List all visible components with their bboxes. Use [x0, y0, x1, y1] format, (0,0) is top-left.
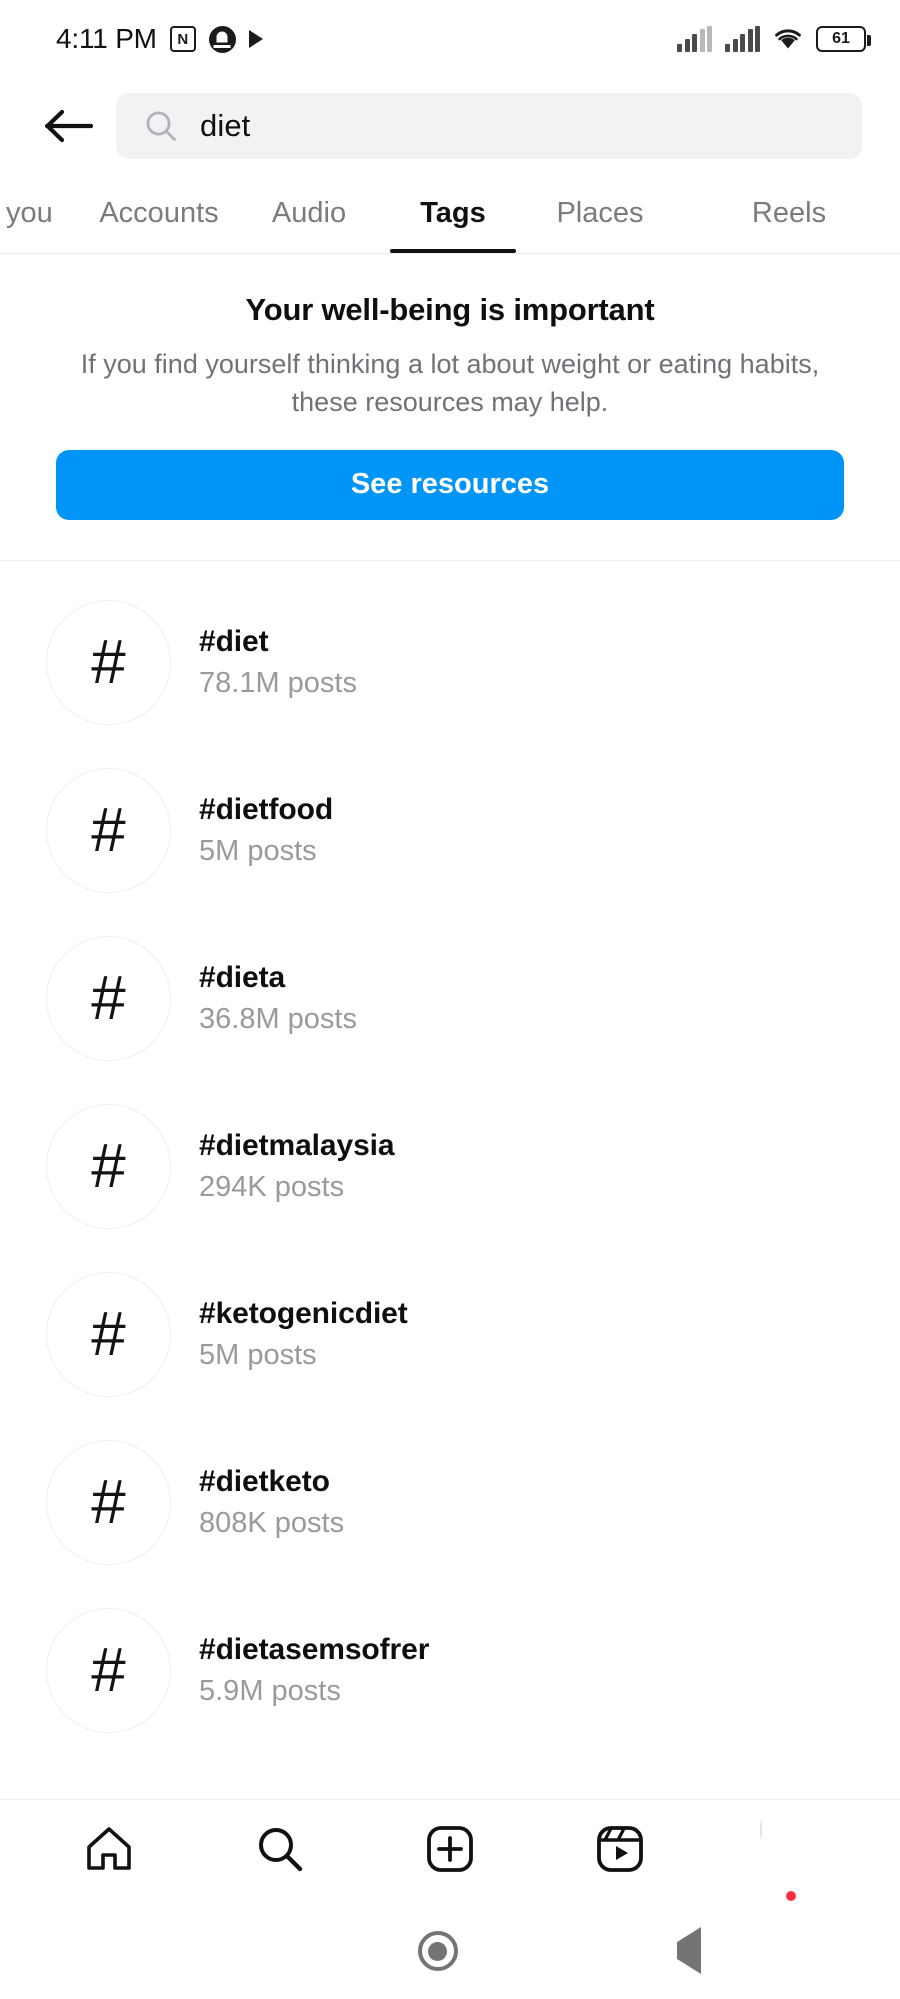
list-item-text: #dieta 36.8M posts — [199, 961, 357, 1036]
status-bar: 4:11 PM N 61 — [0, 0, 900, 78]
hashtag-count: 5M posts — [199, 1339, 317, 1372]
profile-avatar — [759, 1819, 762, 1839]
hashtag-name: #dietasemsofrer — [199, 1633, 430, 1667]
status-bar-right: 61 — [677, 26, 871, 52]
back-button[interactable] — [34, 90, 106, 162]
nfc-icon-label: N — [177, 30, 189, 48]
search-icon — [144, 109, 178, 143]
list-item[interactable]: # #diet 78.1M posts — [0, 579, 900, 747]
list-item-text: #dietmalaysia 294K posts — [199, 1129, 395, 1204]
bottom-navigation-bar — [0, 1799, 900, 1903]
hashtag-icon: # — [46, 1104, 171, 1230]
hashtag-icon: # — [46, 1440, 171, 1566]
hashtag-icon: # — [46, 600, 171, 726]
hashtag-name: #ketogenicdiet — [199, 1297, 408, 1331]
list-item[interactable]: # #dietmalaysia 294K posts — [0, 1083, 900, 1251]
tab-accounts[interactable]: Accounts — [84, 174, 234, 253]
hash-glyph: # — [91, 1299, 126, 1369]
hashtag-icon: # — [46, 1272, 171, 1398]
search-icon — [254, 1823, 306, 1880]
home-button[interactable] — [417, 1931, 458, 1971]
tab-tags[interactable]: Tags — [384, 174, 522, 253]
wellbeing-subtitle: If you find yourself thinking a lot abou… — [80, 349, 820, 418]
list-item-text: #dietketo 808K posts — [199, 1465, 344, 1540]
hashtag-icon: # — [46, 1608, 171, 1734]
home-icon — [83, 1823, 135, 1880]
tab-audio[interactable]: Audio — [234, 174, 384, 253]
hashtag-name: #dieta — [199, 961, 286, 995]
nav-profile-button[interactable] — [743, 1804, 839, 1901]
back-button[interactable] — [676, 1927, 701, 1974]
battery-icon: 61 — [816, 26, 871, 52]
play-icon — [248, 30, 263, 48]
avatar — [759, 1819, 822, 1901]
tab-for-you[interactable]: you — [0, 174, 84, 253]
hash-glyph: # — [91, 1635, 126, 1705]
list-item[interactable]: # #dietasemsofrer 5.9M posts — [0, 1587, 900, 1755]
hash-glyph: # — [91, 963, 126, 1033]
hash-glyph: # — [91, 1131, 126, 1201]
list-item-text: #ketogenicdiet 5M posts — [199, 1297, 408, 1372]
see-resources-button[interactable]: See resources — [56, 449, 844, 520]
tab-places[interactable]: Places — [522, 174, 678, 253]
signal-icon-sim1 — [677, 26, 712, 52]
signal-icon-sim2 — [725, 26, 760, 52]
hashtag-count: 808K posts — [199, 1507, 345, 1540]
hashtag-name: #dietmalaysia — [199, 1129, 395, 1163]
list-item-text: #diet 78.1M posts — [199, 625, 357, 700]
notification-dot — [785, 1890, 796, 1901]
reels-icon — [594, 1823, 646, 1880]
list-item-text: #dietasemsofrer 5.9M posts — [199, 1633, 429, 1708]
triangle-icon — [676, 1927, 701, 1974]
search-input[interactable]: diet — [116, 93, 862, 159]
hash-glyph: # — [91, 795, 126, 865]
wifi-icon — [773, 27, 803, 51]
battery-percent-label: 61 — [832, 30, 850, 47]
hashtag-count: 294K posts — [199, 1171, 345, 1204]
status-bar-left: 4:11 PM N — [56, 23, 263, 55]
search-tabs: you Accounts Audio Tags Places Reels — [0, 174, 900, 254]
list-item-text: #dietfood 5M posts — [199, 793, 333, 868]
status-bar-clock: 4:11 PM — [56, 23, 157, 54]
list-item[interactable]: # #dietfood 5M posts — [0, 747, 900, 915]
nav-search-button[interactable] — [232, 1804, 328, 1900]
hashtag-count: 36.8M posts — [199, 1003, 357, 1036]
tab-reels[interactable]: Reels — [678, 174, 900, 253]
hashtag-count: 5M posts — [199, 835, 317, 868]
list-item[interactable]: # #dieta 36.8M posts — [0, 915, 900, 1083]
android-system-nav — [0, 1903, 900, 1999]
hashtag-name: #dietketo — [199, 1465, 330, 1499]
list-item[interactable]: # #dietketo 808K posts — [0, 1419, 900, 1587]
nav-reels-button[interactable] — [572, 1804, 668, 1900]
create-icon — [424, 1823, 476, 1880]
nav-home-button[interactable] — [61, 1804, 157, 1900]
nfc-icon: N — [169, 26, 196, 52]
search-input-value: diet — [200, 108, 251, 143]
list-item[interactable]: # #ketogenicdiet 5M posts — [0, 1251, 900, 1419]
phone-screen: 4:11 PM N 61 diet you Accounts Audio Tag… — [0, 0, 900, 1999]
hashtag-count: 78.1M posts — [199, 667, 357, 700]
hashtag-name: #dietfood — [199, 793, 334, 827]
wellbeing-banner: Your well-being is important If you find… — [0, 254, 900, 561]
circle-icon — [417, 1931, 458, 1971]
hashtag-icon: # — [46, 936, 171, 1062]
hashtag-icon: # — [46, 768, 171, 894]
hashtag-results-list[interactable]: # #diet 78.1M posts # #dietfood 5M posts… — [0, 561, 900, 1799]
search-header: diet — [0, 78, 900, 174]
hash-glyph: # — [91, 1467, 126, 1537]
hash-glyph: # — [91, 627, 126, 697]
wellbeing-title: Your well-being is important — [245, 292, 655, 327]
app-notification-icon — [208, 25, 236, 53]
hashtag-count: 5.9M posts — [199, 1675, 341, 1708]
hashtag-name: #diet — [199, 625, 269, 659]
nav-create-button[interactable] — [402, 1804, 498, 1900]
